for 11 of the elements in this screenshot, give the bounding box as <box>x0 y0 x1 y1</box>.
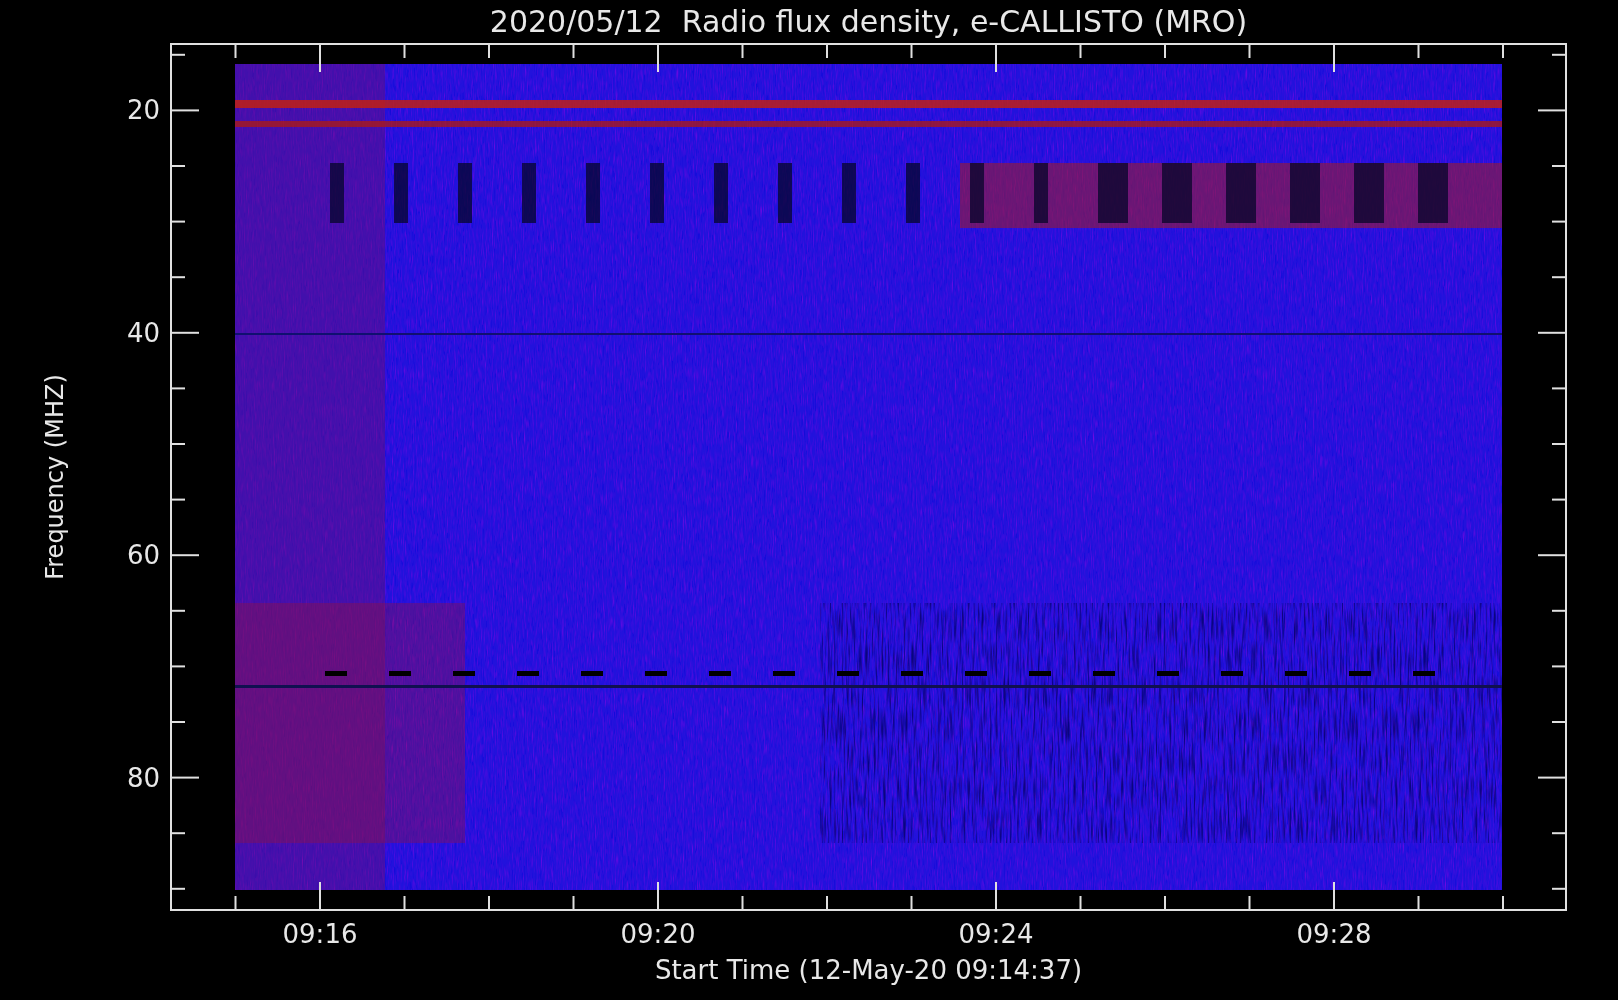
x-tick-label: 09:20 <box>620 921 696 947</box>
x-tick-label: 09:24 <box>958 921 1034 947</box>
x-tick-label: 09:16 <box>282 921 358 947</box>
y-tick-label: 80 <box>126 764 160 791</box>
y-tick-label: 40 <box>126 319 160 346</box>
y-axis-label: Frequency (MHZ) <box>41 374 69 580</box>
x-tick-label: 09:28 <box>1296 921 1372 947</box>
x-axis-label: Start Time (12-May-20 09:14:37) <box>653 957 1084 983</box>
y-tick-label: 60 <box>126 542 160 569</box>
y-tick-label: 20 <box>126 97 160 124</box>
chart-title: 2020/05/12 Radio flux density, e-CALLISTO (MRO) <box>488 2 1249 41</box>
